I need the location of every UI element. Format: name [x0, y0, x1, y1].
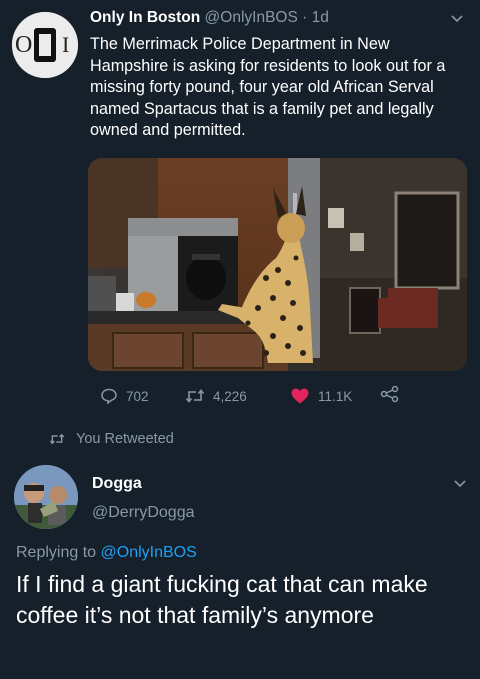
retweet-button[interactable]: 4,226	[185, 387, 247, 405]
avatar-photo	[14, 465, 78, 529]
tweet-media-image[interactable]	[88, 158, 467, 371]
author-name[interactable]: Only In Boston	[90, 9, 200, 26]
replying-to: Replying to @OnlyInBOS	[16, 544, 197, 562]
heart-icon	[291, 388, 309, 404]
retweet-notice: You Retweeted	[48, 431, 174, 447]
retweet-notice-text: You Retweeted	[76, 431, 174, 447]
reply-button[interactable]: 702	[100, 387, 149, 405]
only-in-boston-logo-icon: O I	[12, 12, 78, 78]
chevron-down-icon[interactable]	[449, 10, 465, 29]
retweet-count: 4,226	[213, 388, 247, 404]
reply-icon	[101, 388, 117, 405]
share-icon	[380, 385, 399, 403]
reply-avatar[interactable]	[14, 465, 78, 529]
timestamp[interactable]: 1d	[312, 9, 329, 26]
serval-coffee-photo	[88, 158, 467, 371]
like-button[interactable]: 11.1K	[290, 387, 352, 405]
avatar[interactable]: O I	[12, 12, 78, 78]
reply-count: 702	[126, 388, 149, 404]
retweet-icon	[185, 389, 205, 403]
share-button[interactable]	[380, 385, 400, 403]
separator: ·	[302, 9, 308, 26]
tweet-text: The Merrimack Police Department in New H…	[90, 35, 446, 139]
retweet-small-icon	[49, 433, 65, 445]
svg-text:O: O	[15, 32, 32, 58]
reply-text: If I find a giant fucking cat that can m…	[16, 571, 428, 628]
like-count: 11.1K	[318, 388, 353, 404]
svg-text:I: I	[62, 32, 69, 57]
tweet-header: Only In Boston @OnlyInBOS · 1d	[90, 9, 329, 27]
chevron-down-icon[interactable]	[452, 475, 468, 494]
replying-to-handle-link[interactable]: @OnlyInBOS	[101, 544, 197, 561]
author-handle[interactable]: @OnlyInBOS	[205, 9, 298, 26]
replying-to-label: Replying to	[16, 544, 97, 561]
reply-author-name[interactable]: Dogga	[92, 475, 142, 493]
reply-author-handle[interactable]: @DerryDogga	[92, 504, 195, 522]
